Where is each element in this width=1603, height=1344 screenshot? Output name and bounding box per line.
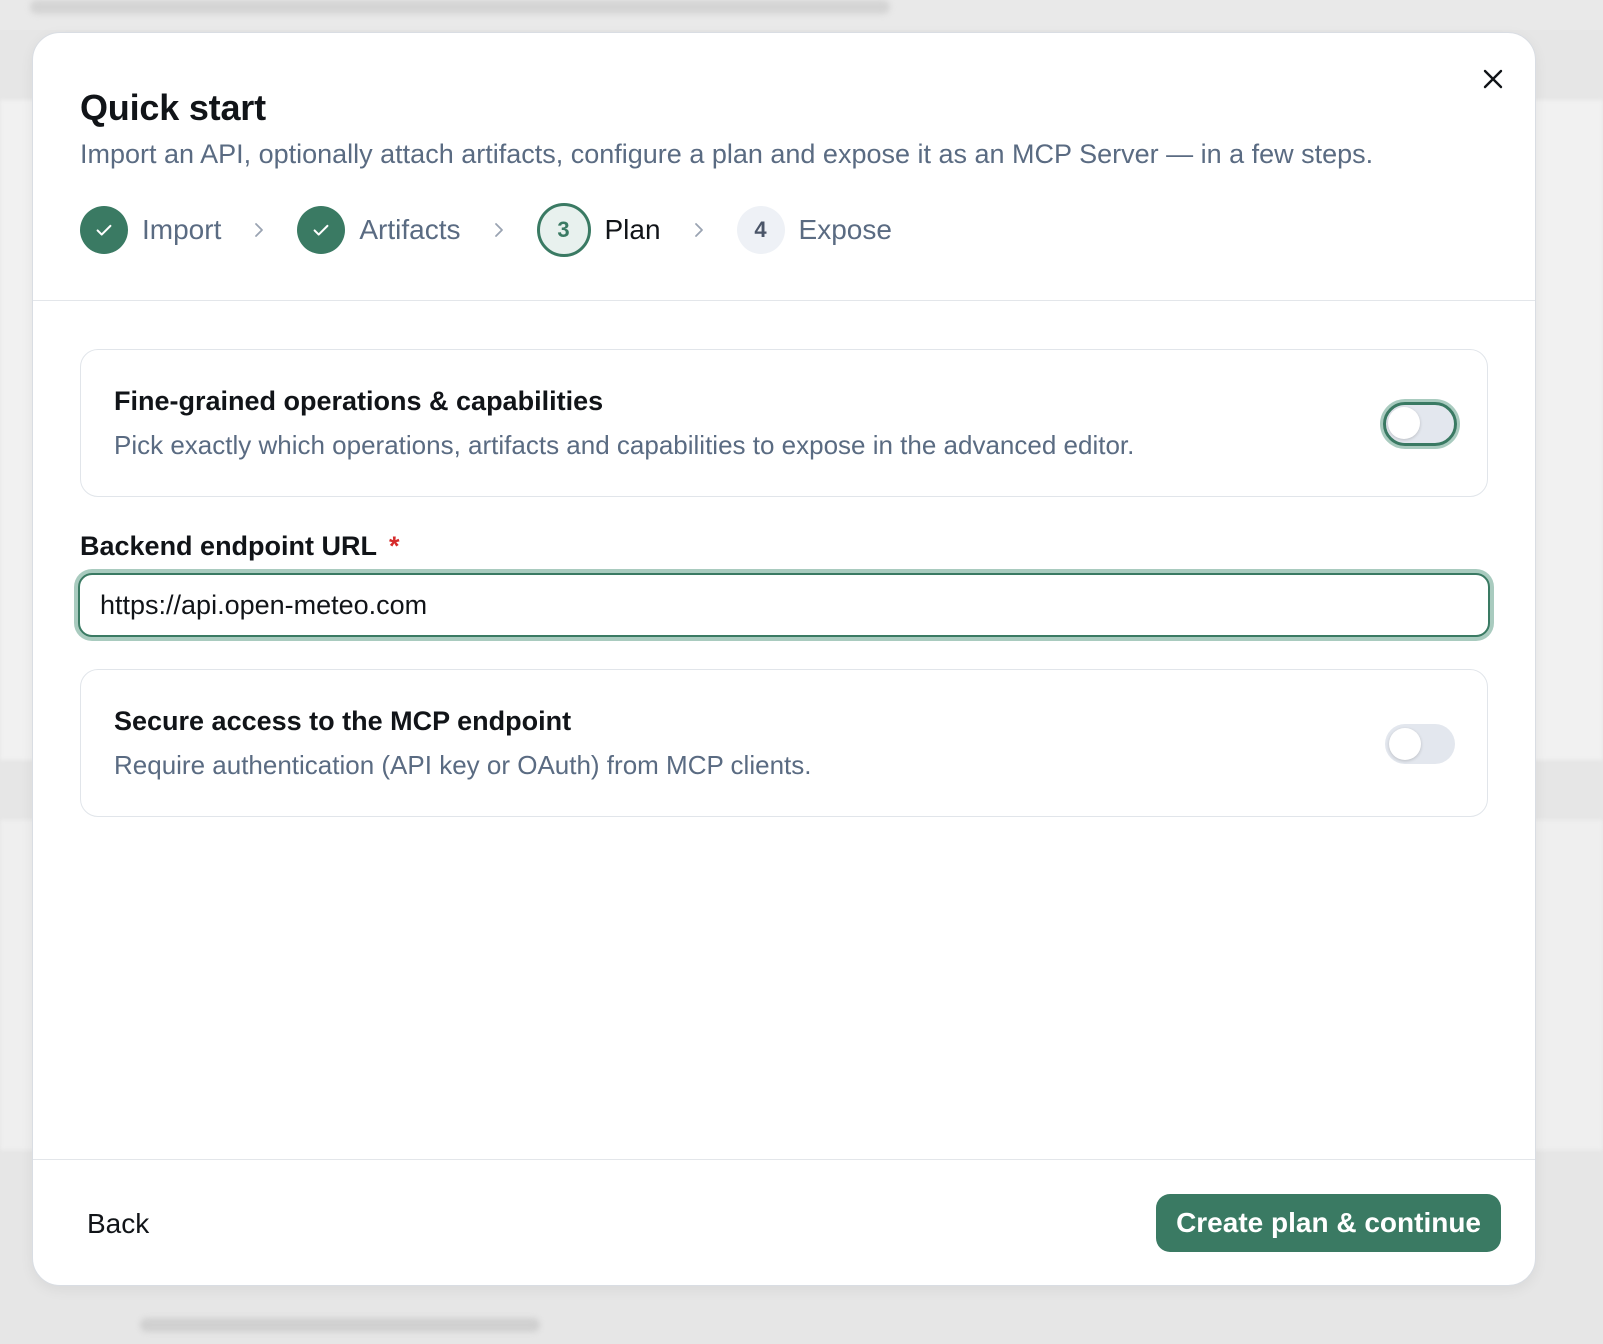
backend-url-label: Backend endpoint URL * (80, 529, 1488, 563)
fine-grained-toggle[interactable] (1383, 402, 1457, 446)
secure-access-description: Require authentication (API key or OAuth… (114, 750, 812, 780)
step-artifacts[interactable]: Artifacts (297, 206, 461, 254)
backdrop-blurred-footer-text (140, 1318, 540, 1332)
step-expose[interactable]: 4 Expose (736, 206, 892, 254)
secure-access-option-card: Secure access to the MCP endpoint Requir… (80, 669, 1488, 817)
backend-url-label-text: Backend endpoint URL (80, 531, 378, 561)
step-import-label: Import (142, 214, 222, 245)
fine-grained-description: Pick exactly which operations, artifacts… (114, 430, 1135, 460)
create-plan-continue-button[interactable]: Create plan & continue (1156, 1194, 1501, 1252)
fine-grained-option-card: Fine-grained operations & capabilities P… (80, 349, 1488, 497)
secure-access-toggle[interactable] (1385, 724, 1455, 764)
step-import-indicator (80, 206, 128, 254)
chevron-right-icon (255, 223, 264, 237)
dialog-title: Quick start (80, 87, 266, 128)
step-expose-indicator: 4 (736, 206, 785, 254)
step-artifacts-indicator (297, 206, 346, 254)
dialog-header: Quick start Import an API, optionally at… (33, 33, 1535, 301)
quick-start-dialog: Quick start Import an API, optionally at… (32, 32, 1536, 1286)
step-separator (491, 220, 507, 240)
backdrop-blurred-text (30, 0, 890, 14)
step-plan-label: Plan (604, 214, 661, 245)
stepper: Import Artifacts 3 Plan 4 Expose (80, 203, 892, 257)
fine-grained-title: Fine-grained operations & capabilities (114, 386, 604, 416)
close-button[interactable] (1477, 63, 1509, 95)
backend-url-input[interactable] (78, 573, 1490, 637)
step-plan[interactable]: 3 Plan (536, 203, 661, 257)
chevron-right-icon (694, 223, 703, 237)
check-icon (96, 224, 112, 236)
toggle-knob (1388, 407, 1420, 439)
chevron-right-icon (494, 223, 503, 237)
dialog-body: Fine-grained operations & capabilities P… (78, 349, 1490, 817)
required-asterisk: * (389, 531, 400, 561)
back-button[interactable]: Back (73, 1196, 163, 1252)
secure-access-title: Secure access to the MCP endpoint (114, 706, 572, 736)
step-separator (251, 220, 267, 240)
step-artifacts-label: Artifacts (359, 214, 461, 245)
step-expose-label: Expose (798, 214, 892, 245)
dialog-footer: Back Create plan & continue (33, 1159, 1535, 1285)
dialog-subtitle: Import an API, optionally attach artifac… (80, 139, 1374, 169)
step-plan-indicator: 3 (536, 203, 591, 257)
close-icon (1483, 69, 1503, 89)
step-import[interactable]: Import (80, 206, 221, 254)
step-separator (691, 220, 707, 240)
toggle-knob (1389, 728, 1421, 760)
check-icon (313, 224, 329, 236)
